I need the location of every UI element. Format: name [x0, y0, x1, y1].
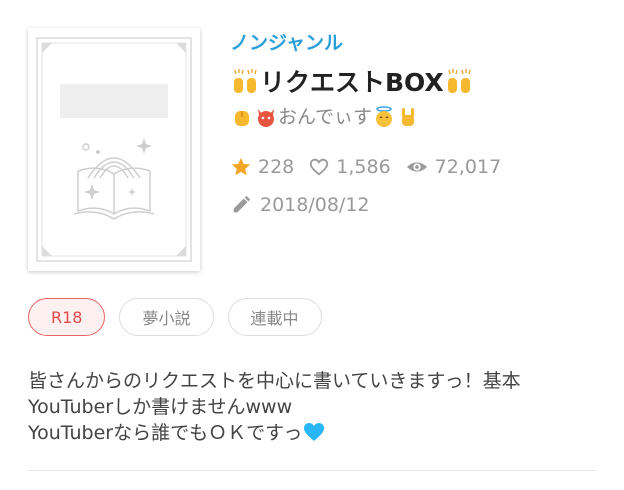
views-count: 72,017: [434, 156, 502, 178]
work-title[interactable]: リクエストBOX: [230, 66, 610, 100]
raising-hands-icon: [230, 68, 260, 98]
likes-stat: 1,586: [308, 154, 391, 180]
star-icon: [231, 157, 251, 176]
angel-face-icon: [372, 105, 396, 129]
tag-r18[interactable]: R18: [28, 298, 106, 336]
rock-on-hand-icon: [396, 105, 420, 129]
work-description: 皆さんからのリクエストを中心に書いていきますっ！基本 YouTuberしか書けま…: [28, 368, 598, 446]
work-stats: 228 1,586 72,017: [230, 154, 610, 180]
devil-face-icon: [254, 105, 278, 129]
divider: [28, 470, 596, 471]
description-line-text: YouTuberなら誰でもＯＫですっ: [28, 422, 303, 444]
eye-icon: [406, 162, 427, 172]
updated-date-row: 2018/08/12: [230, 192, 610, 218]
blue-heart-icon: [304, 423, 325, 441]
author-link[interactable]: おんでぃす: [230, 104, 610, 130]
views-stat: 72,017: [405, 154, 501, 180]
author-name: おんでぃす: [278, 106, 373, 128]
tag-dream-novel[interactable]: 夢小説: [119, 298, 214, 336]
description-line: YouTuberなら誰でもＯＫですっ: [28, 420, 598, 446]
work-info: ノンジャンル リクエストBOX おんでぃす 228 1,586 72,017 2…: [230, 30, 610, 218]
pencil-icon: [233, 195, 251, 213]
stars-stat: 228: [230, 154, 294, 180]
work-title-text: リクエストBOX: [260, 68, 444, 97]
description-line: YouTuberしか書けませんwww: [28, 396, 293, 418]
tag-serializing[interactable]: 連載中: [227, 298, 322, 336]
tag-list: R18 夢小説 連載中: [28, 298, 336, 336]
vulcan-salute-icon: [230, 105, 254, 129]
stars-count: 228: [258, 156, 295, 178]
book-cover-illustration: [36, 37, 192, 262]
raising-hands-icon: [444, 68, 474, 98]
book-cover[interactable]: [28, 28, 200, 271]
description-line: 皆さんからのリクエストを中心に書いていきますっ！基本: [28, 370, 521, 392]
genre-link[interactable]: ノンジャンル: [230, 30, 610, 56]
heart-outline-icon: [310, 158, 329, 176]
likes-count: 1,586: [336, 156, 391, 178]
updated-date: 2018/08/12: [260, 194, 370, 216]
